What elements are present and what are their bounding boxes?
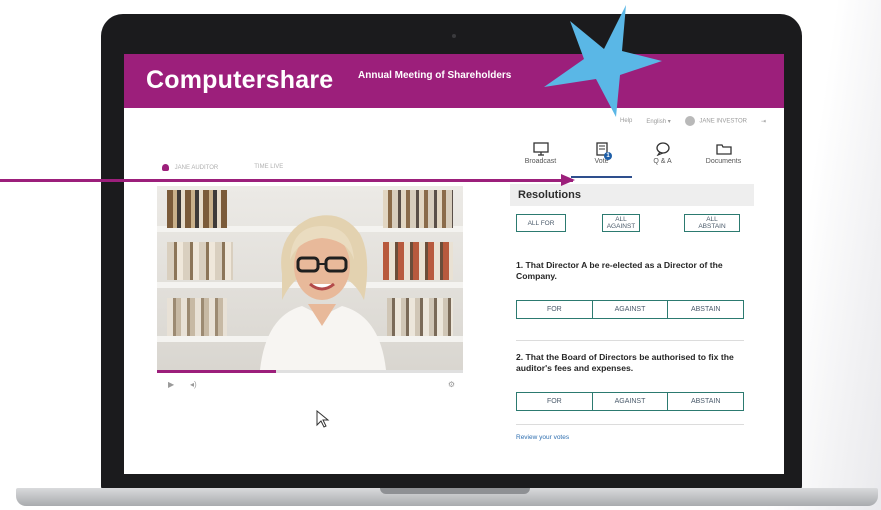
tab-documents[interactable]: Documents <box>693 138 754 178</box>
star-icon <box>544 5 662 117</box>
resolution-2-for-button[interactable]: FOR <box>517 393 593 410</box>
books <box>167 298 227 336</box>
presenter-image <box>260 215 386 370</box>
pointer-arrow-head <box>561 174 575 186</box>
speech-bubble-icon <box>655 142 670 156</box>
mouse-cursor-icon <box>316 410 330 428</box>
all-against-button[interactable]: ALL AGAINST <box>602 214 640 232</box>
video-progress-fill <box>157 370 277 373</box>
monitor-icon <box>532 142 549 156</box>
tab-vote[interactable]: 1 Vote <box>571 138 632 178</box>
meeting-title: Annual Meeting of Shareholders <box>358 70 512 81</box>
user-menu[interactable]: JANE INVESTOR <box>684 116 747 126</box>
resolution-1-against-button[interactable]: AGAINST <box>593 301 669 318</box>
books <box>167 190 227 228</box>
language-select[interactable]: English ▾ <box>646 118 670 125</box>
user-bar: Help English ▾ JANE INVESTOR ⇥ <box>620 116 766 126</box>
resolution-2-text: 2. That the Board of Directors be author… <box>516 352 734 373</box>
tab-label: Q & A <box>653 158 672 165</box>
resolutions-header: Resolutions <box>510 184 754 206</box>
tab-broadcast[interactable]: Broadcast <box>510 138 571 178</box>
resolutions-title: Resolutions <box>518 189 581 201</box>
all-for-button[interactable]: ALL FOR <box>516 214 566 232</box>
folder-icon <box>715 144 732 155</box>
avatar <box>684 116 695 126</box>
laptop-notch <box>380 488 530 494</box>
review-votes-link[interactable]: Review your votes <box>516 434 569 441</box>
nav-tabs: Broadcast 1 Vote Q & A Documents <box>510 138 754 178</box>
play-icon[interactable]: ▶ <box>168 380 174 389</box>
resolution-1-for-button[interactable]: FOR <box>517 301 593 318</box>
speaker-bar: JANE AUDITOR TIME LIVE <box>162 164 283 171</box>
webcam-icon <box>452 34 456 38</box>
brand-logo: Computershare <box>146 66 334 94</box>
time-label: TIME LIVE <box>254 164 284 170</box>
resolution-1-abstain-button[interactable]: ABSTAIN <box>668 301 743 318</box>
tab-label: Broadcast <box>524 158 557 165</box>
person-icon <box>162 164 169 171</box>
settings-icon[interactable]: ⚙ <box>448 380 455 389</box>
divider <box>516 340 744 341</box>
logout-icon[interactable]: ⇥ <box>761 118 766 125</box>
user-name: JANE INVESTOR <box>699 118 747 125</box>
resolution-2-vote-group: FOR AGAINST ABSTAIN <box>516 392 744 411</box>
speaker-item: JANE AUDITOR <box>162 164 218 171</box>
speaker-label: JANE AUDITOR <box>174 165 219 172</box>
all-abstain-button[interactable]: ALL ABSTAIN <box>684 214 740 232</box>
video-player[interactable] <box>157 186 463 370</box>
books <box>383 242 453 280</box>
laptop-screen: Computershare Annual Meeting of Sharehol… <box>124 54 784 474</box>
resolution-1-vote-group: FOR AGAINST ABSTAIN <box>516 300 744 319</box>
tab-qa[interactable]: Q & A <box>632 138 693 178</box>
resolution-1-text: 1. That Director A be re-elected as a Di… <box>516 260 723 281</box>
help-link[interactable]: Help <box>620 118 632 124</box>
resolution-2-against-button[interactable]: AGAINST <box>593 393 669 410</box>
tab-label: Documents <box>705 158 742 165</box>
app-header: Computershare Annual Meeting of Sharehol… <box>124 54 784 108</box>
books <box>387 298 453 336</box>
resolution-2-abstain-button[interactable]: ABSTAIN <box>668 393 743 410</box>
vote-count-badge: 1 <box>604 152 612 160</box>
books <box>167 242 233 280</box>
vote-panel: Broadcast 1 Vote Q & A Documents Resolut… <box>510 138 754 468</box>
pointer-arrow-line <box>0 179 573 182</box>
books <box>383 190 453 228</box>
volume-icon[interactable]: ◂) <box>190 380 197 389</box>
divider <box>516 424 744 425</box>
